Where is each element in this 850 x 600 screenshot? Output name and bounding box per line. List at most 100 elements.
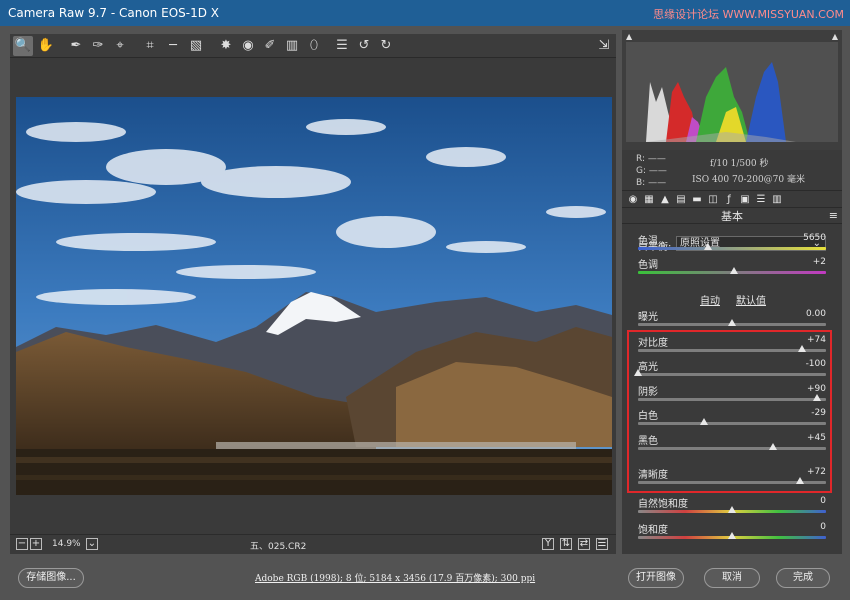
slider-label-contrast: 对比度 xyxy=(638,338,668,349)
slider-value-clarity[interactable]: +72 xyxy=(786,467,826,477)
slider-value-whites[interactable]: -29 xyxy=(786,408,826,418)
color-sampler-icon[interactable]: ✑ xyxy=(88,36,108,56)
slider-track-clarity[interactable] xyxy=(638,477,826,484)
slider-label-blacks: 黑色 xyxy=(638,436,658,447)
toggle-fullscreen-icon[interactable]: ⇲ xyxy=(594,36,614,56)
slider-label-temp: 色温 xyxy=(638,236,658,247)
slider-value-saturation[interactable]: 0 xyxy=(786,522,826,532)
g-readout: G: —— xyxy=(636,166,667,176)
tab-basic-icon[interactable]: ◉ xyxy=(626,193,640,206)
slider-track-vibrance[interactable] xyxy=(638,506,826,513)
slider-value-contrast[interactable]: +74 xyxy=(786,335,826,345)
tab-snapshots-icon[interactable]: ▥ xyxy=(770,193,784,206)
slider-value-vibrance[interactable]: 0 xyxy=(786,496,826,506)
slider-track-whites[interactable] xyxy=(638,418,826,425)
slider-thumb-whites[interactable] xyxy=(699,418,708,425)
exif-aperture-shutter: f/10 1/500 秒 xyxy=(710,159,769,169)
tab-detail-icon[interactable]: ▲ xyxy=(658,193,672,206)
toolbar: 🔍 ✋ ✒ ✑ ⌖ ⌗ ─ ▧ ✸ ◉ ✐ ▥ ⬯ ☰ ↺ ↻ ⇲ xyxy=(10,34,616,58)
slider-value-shadows[interactable]: +90 xyxy=(786,384,826,394)
slider-track-shadows[interactable] xyxy=(638,394,826,401)
spot-removal-icon[interactable]: ✸ xyxy=(216,36,236,56)
adjustment-brush-icon[interactable]: ✐ xyxy=(260,36,280,56)
zoom-icon[interactable]: 🔍 xyxy=(13,36,33,56)
histogram: ▲ ▲ xyxy=(622,30,842,150)
slider-thumb-temp[interactable] xyxy=(703,243,712,250)
image-canvas[interactable] xyxy=(10,58,616,534)
panel-tabs: ◉ ▦ ▲ ▤ ▬ ◫ ƒ ▣ ☰ ▥ xyxy=(622,190,842,208)
hand-icon[interactable]: ✋ xyxy=(36,36,56,56)
slider-track-highlights[interactable] xyxy=(634,369,826,376)
slider-thumb-tint[interactable] xyxy=(729,267,738,274)
save-image-button[interactable]: 存储图像... xyxy=(18,568,84,588)
tab-effects-icon[interactable]: ƒ xyxy=(722,193,736,206)
view-y-button[interactable]: Y xyxy=(542,538,554,550)
preview-photo xyxy=(16,97,612,495)
tab-hsl-icon[interactable]: ▤ xyxy=(674,193,688,206)
targeted-adjustment-icon[interactable]: ⌖ xyxy=(110,36,130,56)
cancel-button[interactable]: 取消 xyxy=(704,568,760,588)
tab-tone-curve-icon[interactable]: ▦ xyxy=(642,193,656,206)
slider-thumb-shadows[interactable] xyxy=(812,394,821,401)
default-link[interactable]: 默认值 xyxy=(736,292,766,307)
slider-value-temp[interactable]: 5650 xyxy=(786,233,826,243)
slider-thumb-exposure[interactable] xyxy=(728,319,736,326)
slider-thumb-saturation[interactable] xyxy=(728,532,736,539)
status-bar: − + 14.9% ⌄ 五、025.CR2 Y ⇅ ⇄ ☰ xyxy=(10,534,616,554)
white-balance-icon[interactable]: ✒ xyxy=(66,36,86,56)
zoom-in-button[interactable]: + xyxy=(30,538,42,550)
zoom-out-button[interactable]: − xyxy=(16,538,28,550)
slider-thumb-contrast[interactable] xyxy=(797,345,806,352)
zoom-level: 14.9% xyxy=(52,539,81,549)
tab-split-toning-icon[interactable]: ▬ xyxy=(690,193,704,206)
slider-track-saturation[interactable] xyxy=(638,532,826,539)
highlight-clip-icon[interactable]: ▲ xyxy=(832,32,838,41)
slider-label-tint: 色调 xyxy=(638,260,658,271)
slider-track-exposure[interactable] xyxy=(638,319,826,326)
section-title-label: 基本 xyxy=(721,210,743,223)
graduated-filter-icon[interactable]: ▥ xyxy=(282,36,302,56)
auto-link[interactable]: 自动 xyxy=(700,292,720,307)
straighten-icon[interactable]: ─ xyxy=(163,36,183,56)
transform-icon[interactable]: ▧ xyxy=(186,36,206,56)
slider-thumb-clarity[interactable] xyxy=(795,477,804,484)
slider-label-saturation: 饱和度 xyxy=(638,525,668,536)
slider-track-temp[interactable] xyxy=(638,243,826,250)
preferences-icon[interactable]: ☰ xyxy=(332,36,352,56)
rotate-left-icon[interactable]: ↺ xyxy=(354,36,374,56)
slider-label-exposure: 曝光 xyxy=(638,312,658,323)
copy-settings-button[interactable]: ⇄ xyxy=(578,538,590,550)
slider-track-tint[interactable] xyxy=(638,267,826,274)
slider-value-tint[interactable]: +2 xyxy=(786,257,826,267)
done-button[interactable]: 完成 xyxy=(776,568,830,588)
r-readout: R: —— xyxy=(636,154,666,164)
shadow-clip-icon[interactable]: ▲ xyxy=(626,32,632,41)
slider-value-highlights[interactable]: -100 xyxy=(786,359,826,369)
slider-value-exposure[interactable]: 0.00 xyxy=(786,309,826,319)
tab-presets-icon[interactable]: ☰ xyxy=(754,193,768,206)
exif-iso-lens: ISO 400 70-200@70 毫米 xyxy=(692,175,805,185)
radial-filter-icon[interactable]: ⬯ xyxy=(304,36,324,56)
slider-label-clarity: 清晰度 xyxy=(638,470,668,481)
tab-lens-icon[interactable]: ◫ xyxy=(706,193,720,206)
slider-track-contrast[interactable] xyxy=(638,345,826,352)
slider-thumb-vibrance[interactable] xyxy=(728,506,736,513)
swap-view-button[interactable]: ⇅ xyxy=(560,538,572,550)
rotate-right-icon[interactable]: ↻ xyxy=(376,36,396,56)
crop-icon[interactable]: ⌗ xyxy=(140,36,160,56)
workflow-options-link[interactable]: Adobe RGB (1998); 8 位; 5184 x 3456 (17.9… xyxy=(255,571,535,584)
b-readout: B: —— xyxy=(636,178,667,188)
red-eye-icon[interactable]: ◉ xyxy=(238,36,258,56)
view-settings-button[interactable]: ☰ xyxy=(596,538,608,550)
window-title: Camera Raw 9.7 - Canon EOS-1D X xyxy=(8,6,219,20)
title-bar: Camera Raw 9.7 - Canon EOS-1D X 思缘设计论坛 W… xyxy=(0,0,850,26)
slider-thumb-blacks[interactable] xyxy=(769,443,778,450)
open-image-button[interactable]: 打开图像 xyxy=(628,568,684,588)
panel-menu-icon[interactable]: ≡ xyxy=(829,209,838,222)
zoom-dropdown[interactable]: ⌄ xyxy=(86,538,98,550)
section-title: 基本 ≡ xyxy=(622,208,842,224)
slider-track-blacks[interactable] xyxy=(638,443,826,450)
tab-camera-calibration-icon[interactable]: ▣ xyxy=(738,193,752,206)
slider-value-blacks[interactable]: +45 xyxy=(786,433,826,443)
slider-thumb-highlights[interactable] xyxy=(634,369,642,376)
